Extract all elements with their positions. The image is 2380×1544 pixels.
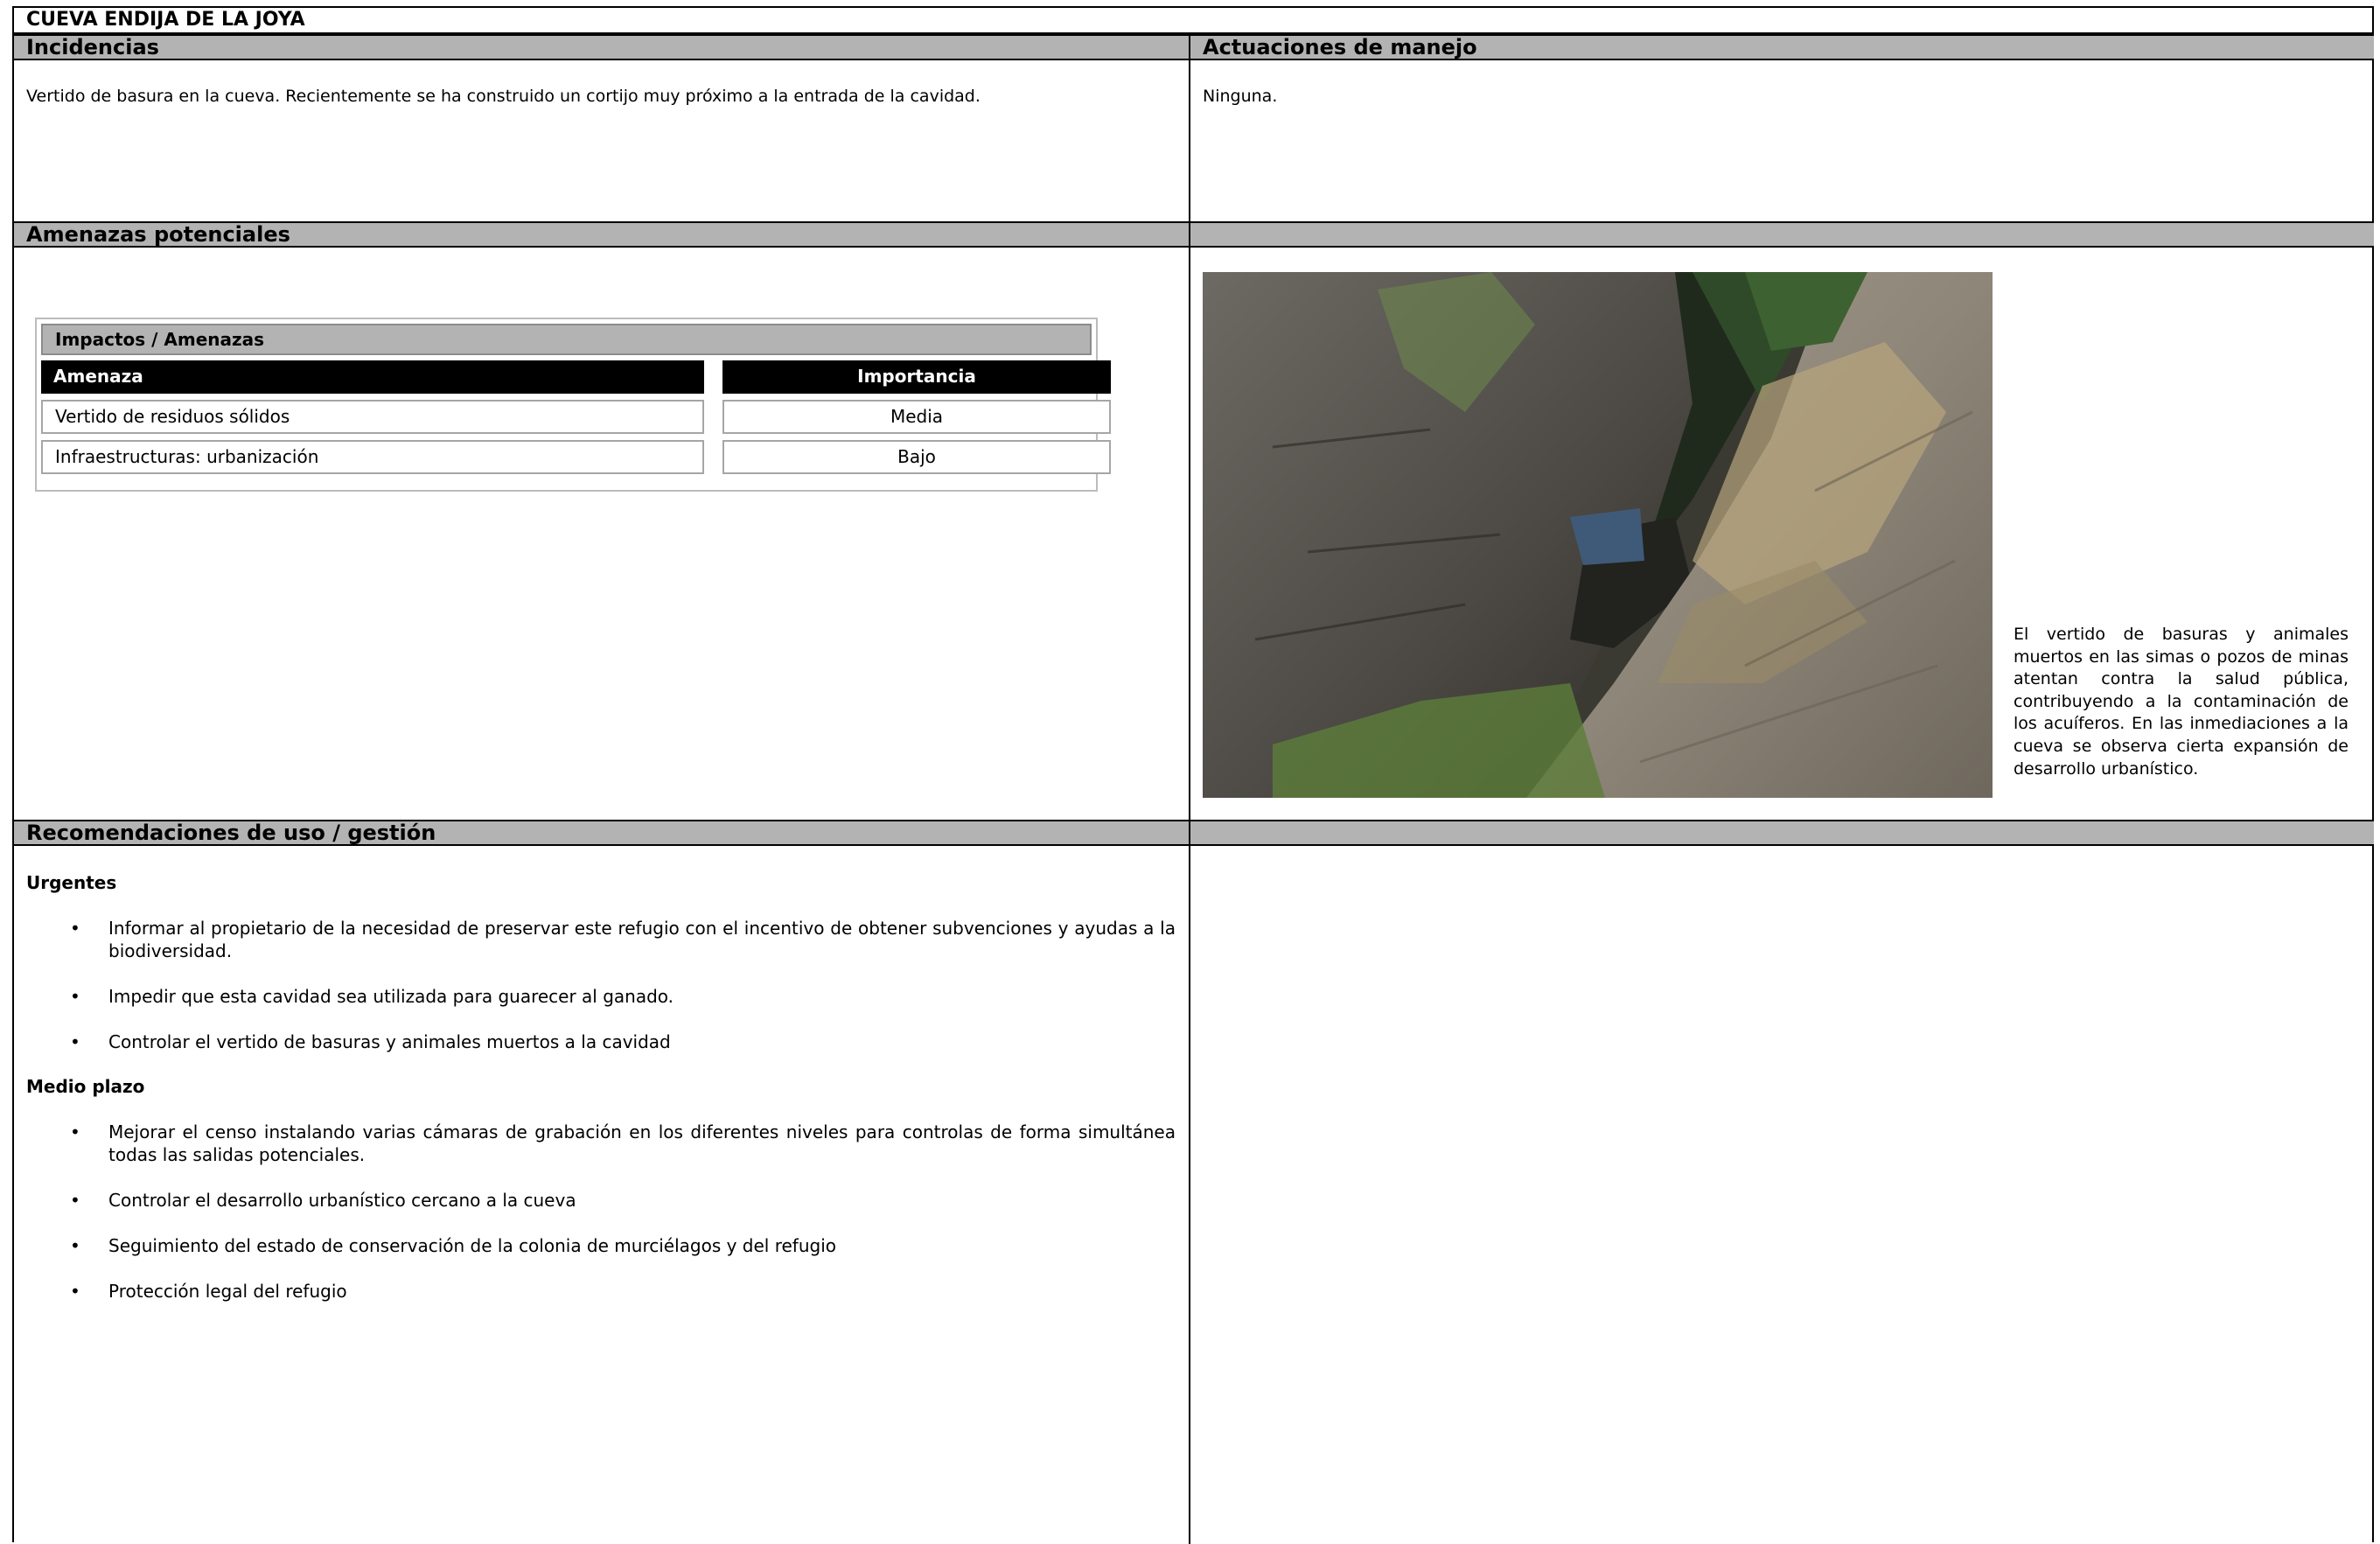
- list-item: Controlar el desarrollo urbanístico cerc…: [108, 1190, 576, 1211]
- actuaciones-header: Actuaciones de manejo: [1189, 34, 2374, 60]
- bullet-icon: •: [70, 1031, 80, 1052]
- document-page: CUEVA ENDIJA DE LA JOYA Incidencias Actu…: [12, 6, 2374, 1544]
- list-item: Informar al propietario de la necesidad …: [108, 918, 1176, 961]
- amenazas-header: Amenazas potenciales: [14, 221, 1189, 248]
- column-divider: [1189, 59, 1190, 230]
- list-item: Seguimiento del estado de conservación d…: [108, 1235, 837, 1256]
- list-item: Controlar el vertido de basuras y animal…: [108, 1031, 671, 1052]
- actuaciones-text: Ninguna.: [1203, 87, 1278, 106]
- bullet-icon: •: [70, 986, 80, 1007]
- table-cell-importancia: Bajo: [722, 440, 1111, 474]
- incidencias-header: Incidencias: [14, 34, 1189, 60]
- medio-plazo-label: Medio plazo: [26, 1076, 145, 1097]
- cave-photo: [1203, 272, 1993, 798]
- table-cell-amenaza: Vertido de residuos sólidos: [41, 400, 704, 434]
- photo-section-header: [1189, 221, 2374, 248]
- list-item: Protección legal del refugio: [108, 1281, 347, 1302]
- photo-caption: El vertido de basuras y animales muertos…: [2014, 625, 2349, 779]
- column-divider: [1189, 246, 1190, 828]
- document-title: CUEVA ENDIJA DE LA JOYA: [14, 8, 2372, 34]
- column-header-amenaza: Amenaza: [41, 360, 704, 394]
- urgentes-label: Urgentes: [26, 872, 117, 893]
- bullet-icon: •: [70, 1281, 80, 1302]
- column-header-importancia: Importancia: [722, 360, 1111, 394]
- bullet-icon: •: [70, 1121, 80, 1142]
- impacts-table: Impactos / Amenazas Amenaza Importancia …: [35, 318, 1111, 492]
- impacts-table-title: Impactos / Amenazas: [41, 324, 1092, 355]
- bullet-icon: •: [70, 1235, 80, 1256]
- incidencias-text: Vertido de basura en la cueva. Recientem…: [26, 87, 981, 106]
- empty-section-header: [1189, 820, 2374, 846]
- bullet-icon: •: [70, 1190, 80, 1211]
- table-cell-amenaza: Infraestructuras: urbanización: [41, 440, 704, 474]
- table-cell-importancia: Media: [722, 400, 1111, 434]
- list-item: Impedir que esta cavidad sea utilizada p…: [108, 986, 674, 1007]
- recomendaciones-header: Recomendaciones de uso / gestión: [14, 820, 1189, 846]
- list-item: Mejorar el censo instalando varias cámar…: [108, 1121, 1176, 1165]
- bullet-icon: •: [70, 918, 80, 939]
